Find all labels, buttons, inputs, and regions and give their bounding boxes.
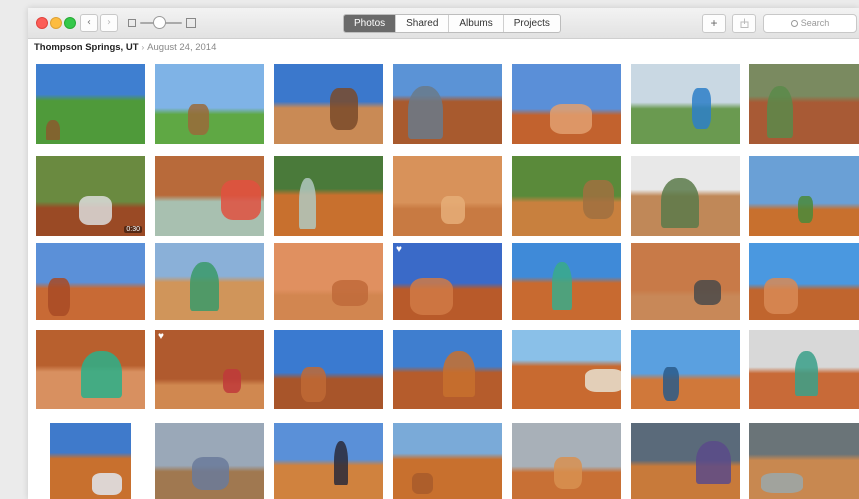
photos-window: ‹ › Photos Shared Albums Projects + Sear…: [28, 8, 859, 499]
photo-thumbnail[interactable]: [631, 243, 740, 320]
photo-thumbnail[interactable]: 0:30: [36, 156, 145, 236]
photo-thumbnail[interactable]: [512, 330, 621, 409]
photo-subject: [192, 457, 229, 490]
photo-subject: [188, 104, 209, 135]
photo-thumbnail[interactable]: [631, 330, 740, 409]
photo-subject: [761, 473, 803, 493]
photo-subject: [798, 196, 813, 223]
photo-subject: [550, 104, 592, 134]
photo-thumbnail[interactable]: [274, 243, 383, 320]
photo-thumbnail[interactable]: [631, 423, 740, 499]
photo-subject: [79, 196, 112, 225]
photo-subject: [692, 88, 711, 129]
photo-subject: [408, 86, 443, 139]
photo-thumbnail[interactable]: [512, 243, 621, 320]
photo-subject: [299, 178, 316, 229]
photo-thumbnail[interactable]: [393, 64, 502, 144]
photo-thumbnail[interactable]: [274, 64, 383, 144]
photo-subject: [764, 278, 798, 314]
photo-thumbnail[interactable]: [512, 64, 621, 144]
photo-subject: [221, 180, 261, 220]
photo-thumbnail[interactable]: [155, 64, 264, 144]
photo-subject: [412, 473, 433, 494]
photo-thumbnail[interactable]: [749, 423, 859, 499]
photo-thumbnail[interactable]: [155, 423, 264, 499]
photo-subject: [583, 180, 614, 219]
photo-subject: [443, 351, 475, 397]
photo-subject: [585, 369, 621, 392]
photo-subject: [663, 367, 679, 401]
photo-subject: [190, 262, 219, 311]
photo-thumbnail[interactable]: [393, 156, 502, 236]
photo-subject: [330, 88, 358, 130]
photo-thumbnail[interactable]: [155, 243, 264, 320]
favorite-heart-icon: ♥: [396, 244, 402, 255]
photo-thumbnail[interactable]: [749, 64, 859, 144]
photo-subject: [795, 351, 818, 396]
photo-thumbnail[interactable]: ♥: [155, 330, 264, 409]
photo-thumbnail[interactable]: [36, 64, 145, 144]
photo-subject: [694, 280, 721, 305]
photo-subject: [223, 369, 241, 393]
photo-subject: [552, 262, 572, 310]
photo-subject: [46, 120, 60, 140]
video-duration: 0:30: [124, 226, 142, 233]
photo-thumbnail[interactable]: [631, 64, 740, 144]
photo-subject: [441, 196, 465, 224]
photo-subject: [410, 278, 453, 315]
photo-subject: [48, 278, 70, 316]
photo-subject: [301, 367, 326, 402]
photo-grid: 0:30 ♥ ♥: [28, 8, 859, 499]
photo-thumbnail[interactable]: [749, 330, 859, 409]
photo-thumbnail[interactable]: [50, 423, 131, 499]
favorite-heart-icon: ♥: [158, 331, 164, 342]
photo-subject: [554, 457, 582, 489]
photo-subject: [92, 473, 122, 495]
photo-thumbnail[interactable]: [512, 156, 621, 236]
photo-thumbnail[interactable]: [393, 423, 502, 499]
photo-subject: [696, 441, 731, 484]
photo-thumbnail[interactable]: [274, 423, 383, 499]
photo-thumbnail[interactable]: ♥: [393, 243, 502, 320]
photo-thumbnail[interactable]: [512, 423, 621, 499]
photo-subject: [661, 178, 699, 228]
photo-thumbnail[interactable]: [393, 330, 502, 409]
photo-thumbnail[interactable]: [749, 156, 859, 236]
photo-thumbnail[interactable]: [749, 243, 859, 320]
photo-subject: [767, 86, 793, 138]
photo-thumbnail[interactable]: [274, 156, 383, 236]
photo-thumbnail[interactable]: [631, 156, 740, 236]
photo-thumbnail[interactable]: [155, 156, 264, 236]
photo-thumbnail[interactable]: [274, 330, 383, 409]
photo-thumbnail[interactable]: [36, 243, 145, 320]
photo-subject: [334, 441, 348, 485]
photo-subject: [332, 280, 368, 306]
photo-subject: [81, 351, 122, 398]
photo-thumbnail[interactable]: [36, 330, 145, 409]
